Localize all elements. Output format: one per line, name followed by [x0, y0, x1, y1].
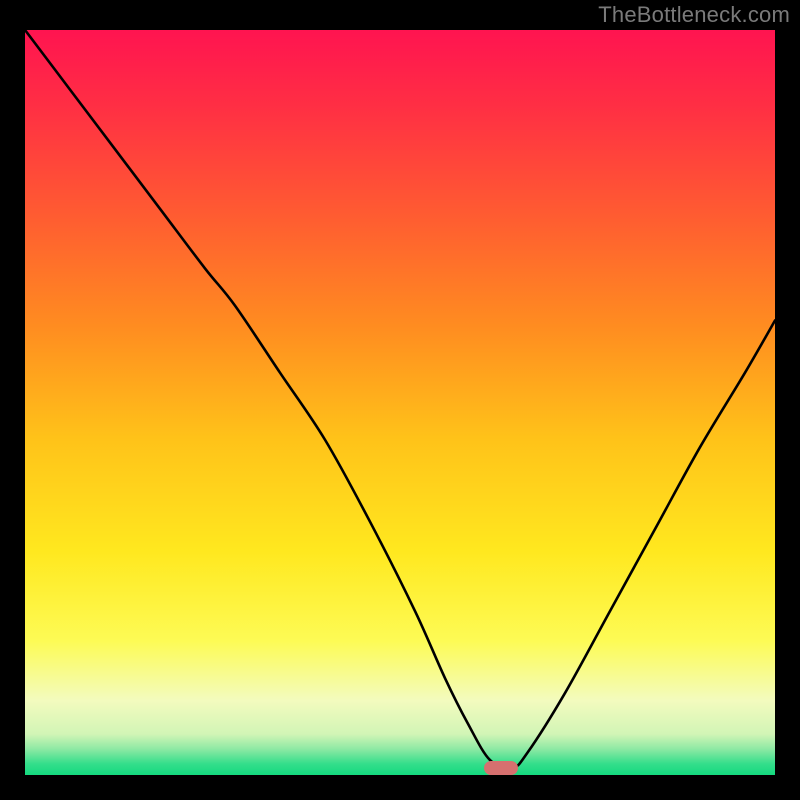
gradient-background	[25, 30, 775, 775]
optimal-marker	[484, 761, 518, 775]
chart-frame: TheBottleneck.com	[0, 0, 800, 800]
plot-svg	[25, 30, 775, 775]
plot-area	[25, 30, 775, 775]
watermark-text: TheBottleneck.com	[598, 2, 790, 28]
